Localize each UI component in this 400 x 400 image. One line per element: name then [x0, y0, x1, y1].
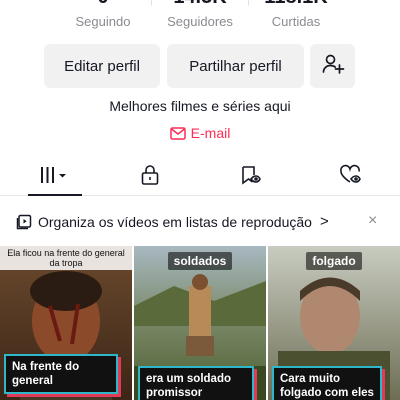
add-person-icon	[321, 52, 345, 80]
profile-bio: Melhores filmes e séries aqui	[109, 98, 291, 114]
video-top-text-label: soldados	[167, 252, 233, 270]
video-caption: Na frente do general	[4, 354, 118, 394]
video-thumbnail[interactable]: Ela ficou na frente do general da tropa …	[0, 246, 132, 400]
following-count: 0	[48, 0, 158, 8]
followers-label: Seguidores	[167, 14, 233, 29]
video-thumbnail[interactable]: folgado Cara muito folgado com eles	[268, 246, 400, 400]
lock-icon	[140, 164, 160, 191]
add-friend-button[interactable]	[310, 44, 355, 88]
chevron-right-icon: >	[320, 213, 329, 230]
bookmark-hidden-icon	[239, 164, 261, 191]
active-tab-indicator	[28, 194, 82, 196]
videos-grid-icon	[38, 166, 70, 189]
video-top-text: folgado	[268, 252, 400, 270]
profile-tabs	[0, 158, 400, 196]
tab-liked[interactable]	[330, 164, 370, 190]
video-top-text-label: folgado	[306, 252, 362, 270]
tab-private[interactable]	[130, 164, 170, 190]
video-thumbnail[interactable]: soldados era um soldado promissor	[134, 246, 266, 400]
video-caption: era um soldado promissor	[138, 366, 254, 400]
likes-label: Curtidas	[271, 14, 321, 29]
email-label: E-mail	[190, 125, 231, 141]
edit-profile-button[interactable]: Editar perfil	[44, 44, 160, 88]
video-caption: Cara muito folgado com eles	[272, 366, 382, 400]
close-banner-button[interactable]: ×	[368, 212, 377, 230]
playlist-icon	[16, 214, 32, 235]
heart-hidden-icon	[339, 164, 361, 191]
following-stat[interactable]: 0 Seguindo	[48, 0, 158, 29]
video-grid: Ela ficou na frente do general da tropa …	[0, 246, 400, 400]
likes-count: 118.1K	[241, 0, 351, 8]
followers-stat[interactable]: 14.3K Seguidores	[145, 0, 255, 29]
mail-icon	[169, 126, 186, 140]
tab-videos[interactable]	[34, 164, 74, 190]
share-profile-button[interactable]: Partilhar perfil	[167, 44, 304, 88]
playlist-banner-text: Organiza os vídeos em listas de reproduç…	[38, 214, 312, 230]
following-label: Seguindo	[75, 14, 131, 29]
followers-count: 14.3K	[145, 0, 255, 8]
video-top-text: soldados	[134, 252, 266, 270]
tab-saved[interactable]	[230, 164, 270, 190]
playlist-banner[interactable]: Organiza os vídeos em listas de reproduç…	[0, 207, 400, 237]
likes-stat[interactable]: 118.1K Curtidas	[241, 0, 351, 29]
email-link[interactable]: E-mail	[0, 125, 400, 141]
profile-stats: 0 Seguindo 14.3K Seguidores 118.1K Curti…	[0, 0, 400, 34]
video-top-text: Ela ficou na frente do general da tropa	[0, 246, 132, 270]
